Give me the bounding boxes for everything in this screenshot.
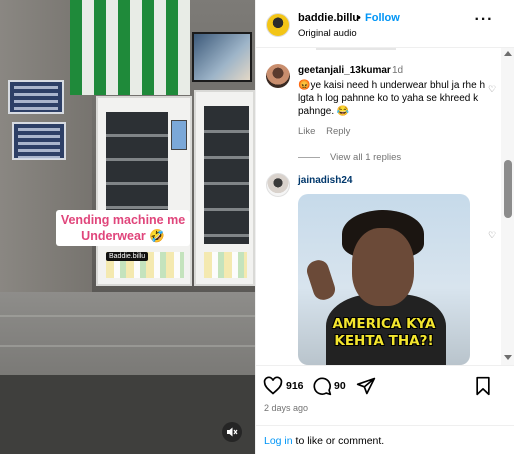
share-button[interactable] (356, 376, 376, 396)
comments-list: geetanjali_13kumar 1d 😡ye kaisi need h u… (256, 48, 514, 365)
ellipsis-icon: ··· (474, 11, 494, 28)
comment-heart-icon[interactable]: ♡ (488, 84, 496, 95)
view-replies-button[interactable]: View all 1 replies (298, 152, 401, 163)
more-options-button[interactable]: ··· (474, 11, 494, 30)
media-watermark: Baddie.billu (106, 252, 149, 261)
mute-button[interactable] (222, 422, 242, 442)
gif-person-face (352, 228, 414, 306)
avatar[interactable] (266, 64, 290, 88)
comments-scrollbar[interactable] (501, 48, 514, 365)
media-floor-shadow (0, 375, 255, 454)
login-link[interactable]: Log in (264, 435, 293, 447)
scroll-down-arrow-icon[interactable] (504, 355, 512, 360)
avatar[interactable] (266, 13, 290, 37)
follow-button[interactable]: Follow (365, 12, 400, 24)
comment-actions: Like Reply (298, 126, 350, 137)
gif-caption-line: AMERICA KYA (332, 316, 436, 332)
login-prompt-text: Log in to like or comment. (264, 435, 384, 447)
comment-heart-icon[interactable]: ♡ (488, 230, 496, 241)
divider (316, 48, 396, 50)
comment-reply-button[interactable]: Reply (326, 126, 350, 137)
scrollbar-thumb[interactable] (504, 160, 512, 218)
media-caption: Vending machine me Underwear 🤣 (56, 210, 190, 246)
media-caption-line: Vending machine me (60, 213, 186, 227)
login-suffix: to like or comment. (292, 435, 385, 447)
post-date[interactable]: 2 days ago (264, 403, 308, 413)
audio-label[interactable]: Original audio (298, 28, 357, 39)
media-green-pillar (70, 0, 190, 95)
comment-username[interactable]: geetanjali_13kumar (298, 65, 391, 76)
login-prompt: Log in to like or comment. (256, 425, 514, 454)
paper-plane-icon (356, 377, 376, 395)
post-actions: 916 90 2 days ago Log in to like or comm… (256, 365, 514, 454)
gif-caption: AMERICA KYA KEHTA THA?! (298, 316, 470, 350)
comment-text: 😡ye kaisi need h underwear bhul ja rhe h… (298, 80, 486, 117)
gif-person-hand (304, 257, 338, 303)
comment-count: 90 (334, 380, 346, 392)
media-poster (12, 122, 66, 160)
post-media[interactable]: Vending machine me Underwear 🤣 Baddie.bi… (0, 0, 255, 454)
comment-time: 1d (392, 65, 404, 76)
comment-button[interactable] (312, 376, 332, 396)
media-poster (8, 80, 64, 114)
avatar[interactable] (266, 173, 290, 197)
post-header: baddie.billu • Follow Original audio ··· (256, 0, 514, 48)
media-tv-screen (192, 32, 252, 82)
speaker-muted-icon (227, 427, 238, 437)
divider (298, 156, 320, 158)
like-button[interactable] (263, 376, 283, 396)
comment-username[interactable]: jainadish24 (298, 175, 352, 186)
comment-gif[interactable]: AMERICA KYA KEHTA THA?! (298, 194, 470, 365)
post-username[interactable]: baddie.billu (298, 12, 359, 24)
separator-dot: • (357, 12, 361, 24)
comment-bubble-icon (313, 377, 332, 396)
media-vending-machine (194, 90, 255, 286)
media-caption-line: Underwear 🤣 (81, 229, 165, 243)
bookmark-icon (476, 376, 490, 396)
view-replies-label: View all 1 replies (330, 152, 402, 163)
comment-like-button[interactable]: Like (298, 126, 315, 137)
like-count: 916 (286, 380, 304, 392)
gif-caption-line: KEHTA THA?! (334, 333, 434, 349)
post-sidebar: baddie.billu • Follow Original audio ···… (255, 0, 514, 454)
save-button[interactable] (473, 376, 493, 396)
heart-icon (263, 376, 283, 395)
scroll-up-arrow-icon[interactable] (504, 51, 512, 56)
